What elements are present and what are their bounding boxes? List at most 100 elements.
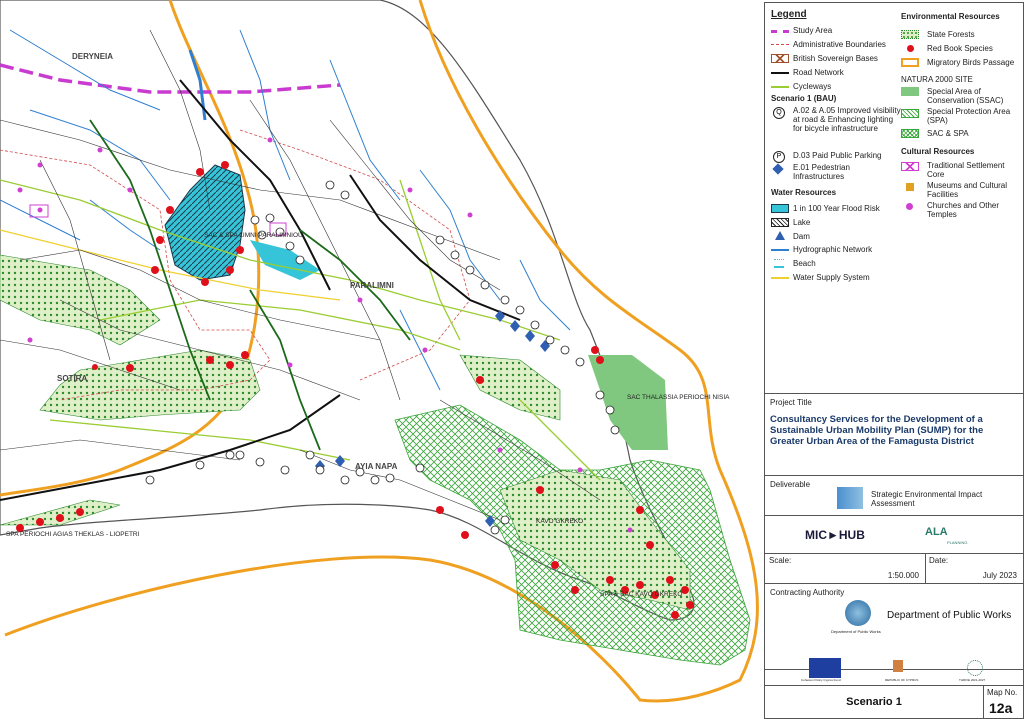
date-label: Date: [929, 556, 949, 565]
water-supply-swatch [771, 277, 789, 279]
scale-value: 1:50.000 [887, 571, 919, 580]
legend-hydro: Hydrographic Network [793, 245, 873, 254]
site-spa-kavo-gkreko: SPA & SAC KAVO GKREKO [600, 591, 683, 598]
legend: Legend Study Area Administrative Boundar… [765, 3, 1023, 393]
eu-caption: Cohesion Policy Cyprus Fund [801, 678, 841, 682]
thrive-logo [967, 660, 983, 676]
legend-migratory: Migratory Birds Passage [927, 58, 1015, 67]
legend-dam: Dam [793, 232, 810, 241]
project-box: Project Title Consultancy Services for t… [765, 393, 1023, 475]
deliverable-text: Strategic Environmental Impact Assessmen… [871, 490, 983, 508]
mic-hub-logo: MIC►HUB [805, 528, 865, 542]
water-title: Water Resources [771, 188, 837, 197]
place-sotira: SOTIRA [57, 374, 88, 383]
legend-title: Legend [771, 9, 807, 20]
cultural-title: Cultural Resources [901, 147, 975, 156]
place-deryneia: DERYNEIA [72, 52, 114, 61]
authority-name: Department of Public Works [887, 610, 1012, 621]
scale-label: Scale: [769, 556, 792, 565]
legend-museums: Museums and Cultural Facilities [927, 181, 1008, 199]
flood-swatch [771, 204, 789, 213]
legend-churches: Churches and Other Temples [927, 201, 1000, 219]
dam-icon [775, 231, 785, 240]
migratory-swatch [901, 58, 919, 67]
cycleway-swatch [771, 86, 789, 88]
legend-flood: 1 in 100 Year Flood Risk [793, 204, 880, 213]
church-icon [906, 203, 913, 210]
project-label: Project Title [770, 398, 812, 407]
side-panel: Legend Study Area Administrative Boundar… [764, 2, 1024, 719]
scenario-title: Scenario 1 (BAU) [771, 94, 837, 103]
legend-admin-boundaries: Administrative Boundaries [793, 40, 886, 49]
bsb-swatch [771, 54, 789, 63]
museum-icon [906, 183, 914, 191]
natura-title: NATURA 2000 SITE [901, 75, 973, 84]
road-swatch [771, 72, 789, 74]
deliverable-label: Deliverable [770, 480, 811, 489]
legend-bsb: British Sovereign Bases [793, 54, 878, 63]
site-limni-paralimniou: SAC & SPA LIMNI PARALIMNIOU [204, 232, 303, 239]
site-thalassia-periochi: SAC THALASSIA PERIOCHI NISIA [627, 394, 730, 401]
deliverable-logo [837, 487, 863, 509]
scenario-cell: Scenario 1 [765, 686, 984, 718]
red-dot-icon [907, 45, 914, 52]
legend-d03: D.03 Paid Public Parking [793, 151, 882, 160]
admin-boundary-swatch [771, 44, 789, 45]
map-canvas[interactable]: DERYNEIA PARALIMNI SOTIRA AYIA NAPA SAC … [0, 0, 762, 719]
blue-diamond-icon [772, 163, 784, 175]
funding-logos: Cohesion Policy Cyprus Fund REPUBLIC OF … [765, 658, 1023, 685]
place-paralimni: PARALIMNI [350, 281, 394, 290]
beach-icon [774, 259, 784, 268]
legend-road-network: Road Network [793, 68, 844, 77]
map-number: 12a [989, 700, 1013, 716]
deliverable-box: Deliverable Strategic Environmental Impa… [765, 475, 1023, 515]
settlement-swatch [901, 162, 919, 171]
cyprus-emblem-icon [893, 660, 903, 672]
legend-sac-spa: SAC & SPA [927, 129, 969, 138]
mic-text: MIC [805, 528, 827, 542]
thrive-caption: THRIVE 2021-2027 [959, 678, 986, 682]
map-number-label: Map No. [987, 688, 1018, 697]
project-title: Consultancy Services for the Development… [770, 414, 984, 447]
legend-state-forests: State Forests [927, 30, 975, 39]
site-kavo-gkreko: KAVO GKREKO [536, 518, 584, 525]
legend-beach: Beach [793, 259, 816, 268]
spa-swatch [901, 109, 919, 118]
ala-sub: PLANNING [947, 540, 968, 545]
legend-a02-a05: A.02 & A.05 Improved visibility at road … [793, 106, 901, 133]
scale-cell: Scale: 1:50.000 [765, 554, 926, 583]
date-value: July 2023 [982, 571, 1017, 580]
legend-spa: Special Protection Area (SPA) [927, 107, 1011, 125]
legend-red-book: Red Book Species [927, 44, 993, 53]
site-agias-theklas: SPA PERIOCHI AGIAS THEKLAS - LIOPETRI [6, 531, 140, 538]
emblem-caption: Department of Public Works [831, 629, 881, 634]
legend-study-area: Study Area [793, 26, 833, 35]
env-title: Environmental Resources [901, 12, 1000, 21]
q-circle-icon: Q [773, 107, 785, 119]
map-svg [0, 0, 759, 703]
p-circle-icon: P [773, 151, 785, 163]
map-footer: Scenario 1 Map No. 12a [765, 685, 1023, 718]
hydro-swatch [771, 249, 789, 251]
lake-swatch [771, 218, 789, 227]
sac-spa-swatch [901, 129, 919, 138]
legend-settlement: Traditional Settlement Core [927, 161, 1005, 179]
dpw-emblem [845, 600, 871, 626]
scale-date-row: Scale: 1:50.000 Date: July 2023 [765, 553, 1023, 583]
study-area-swatch [771, 30, 789, 33]
authority-label: Contracting Authority [770, 588, 845, 597]
consultant-logos: MIC►HUB ALA PLANNING [765, 515, 1023, 553]
legend-cycleways: Cycleways [793, 82, 832, 91]
forest-swatch [901, 30, 919, 39]
legend-ssac: Special Area of Conservation (SSAC) [927, 87, 1004, 105]
ssac-swatch [901, 87, 919, 96]
hub-text: HUB [838, 528, 865, 542]
legend-e01: E.01 Pedestrian Infrastructures [793, 163, 850, 181]
ala-logo: ALA [925, 526, 948, 538]
place-ayia-napa: AYIA NAPA [355, 462, 398, 471]
eu-flag-icon [809, 658, 841, 678]
scenario-label: Scenario 1 [846, 696, 902, 708]
authority-box: Contracting Authority Department of Publ… [765, 583, 1023, 669]
cyprus-caption: REPUBLIC OF CYPRUS [885, 678, 919, 682]
legend-water-supply: Water Supply System [793, 273, 870, 282]
